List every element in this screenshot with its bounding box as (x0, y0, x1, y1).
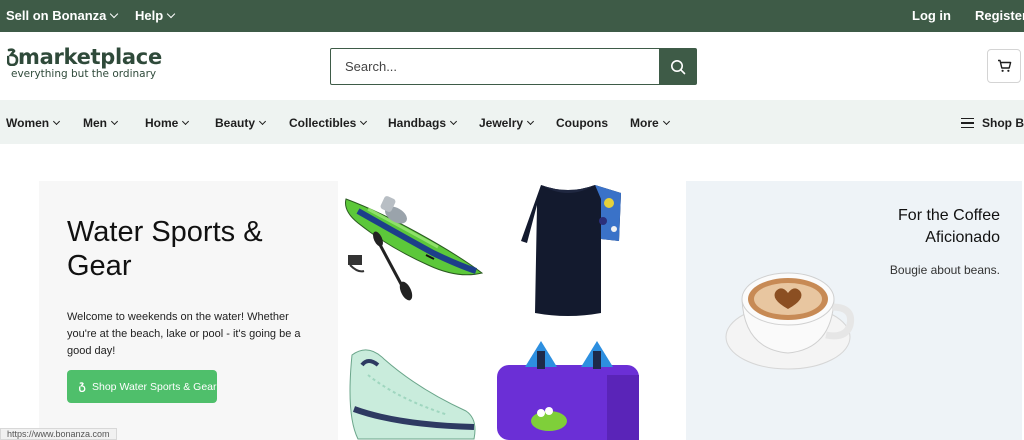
search-bar (330, 48, 697, 85)
chevron-down-icon (662, 117, 670, 125)
coffee-promo-title: For the Coffee Aficionado (898, 207, 1000, 246)
nav-item-label: Beauty (215, 116, 256, 130)
coffee-cup-image (725, 272, 855, 370)
nav-item-label: Men (83, 116, 107, 130)
chevron-down-icon (110, 117, 119, 125)
cart-button[interactable] (987, 49, 1021, 83)
nav-item-more[interactable]: More (630, 116, 670, 130)
shop-water-sports-label: Shop Water Sports & Gear (92, 380, 217, 393)
nav-item-coupons[interactable]: Coupons (556, 116, 608, 130)
water-shoe-image (349, 349, 476, 440)
top-bar: Sell on Bonanza Help Log in Register (0, 0, 1024, 32)
chevron-down-icon (360, 117, 368, 125)
promo-description: Welcome to weekends on the water! Whethe… (67, 311, 301, 357)
chevron-down-icon (449, 117, 458, 125)
bonanza-logo[interactable]: marketplace everything but the ordinary (6, 45, 162, 80)
nav-item-label: More (630, 116, 659, 130)
register-link[interactable]: Register (975, 8, 1024, 23)
logo-text: marketplace (18, 45, 162, 69)
product-tile-water-shoe[interactable] (338, 335, 484, 440)
chevron-down-icon (166, 9, 176, 18)
category-nav: Women Men Home Beauty Collectibles Handb… (0, 100, 1024, 144)
nav-item-label: Coupons (556, 116, 608, 130)
sell-on-bonanza-label: Sell on Bonanza (6, 8, 107, 23)
water-sports-promo: Water Sports & Gear Welcome to weekends … (39, 181, 338, 440)
chevron-down-icon (110, 9, 119, 18)
nav-item-men[interactable]: Men (83, 116, 119, 130)
logo-tagline: everything but the ordinary (11, 68, 157, 80)
swim-float-vest-image (497, 341, 639, 440)
shop-by-label: Shop By (982, 116, 1024, 130)
nav-item-label: Handbags (388, 116, 447, 130)
logo-wordmark: marketplace (6, 45, 162, 69)
nav-item-beauty[interactable]: Beauty (215, 116, 267, 130)
login-label: Log in (912, 8, 951, 23)
b-logo-icon (79, 381, 86, 392)
search-button[interactable] (659, 49, 696, 84)
kayak-image (345, 196, 484, 301)
product-tile-rash-guard[interactable] (497, 181, 639, 321)
chevron-down-icon (258, 117, 267, 125)
chevron-down-icon (527, 117, 535, 125)
product-tile-kayak[interactable] (338, 181, 484, 306)
promo-title: Water Sports & Gear (67, 216, 263, 282)
nav-item-label: Women (6, 116, 50, 130)
shop-by-menu[interactable]: Shop By (961, 116, 1024, 130)
hamburger-icon (961, 117, 974, 129)
product-tile-swim-vest[interactable] (497, 335, 639, 440)
cart-icon (997, 59, 1011, 72)
sell-on-bonanza-menu[interactable]: Sell on Bonanza (6, 8, 119, 23)
nav-item-women[interactable]: Women (6, 116, 61, 130)
search-icon (670, 59, 685, 74)
nav-item-handbags[interactable]: Handbags (388, 116, 458, 130)
help-menu[interactable]: Help (135, 8, 176, 23)
coffee-promo-subtitle: Bougie about beans. (889, 263, 1000, 277)
shop-water-sports-button[interactable]: Shop Water Sports & Gear (67, 370, 217, 403)
status-bar-url: https://www.bonanza.com (0, 428, 117, 440)
nav-item-home[interactable]: Home (145, 116, 190, 130)
coffee-promo[interactable]: For the Coffee Aficionado Bougie about b… (686, 181, 1022, 440)
nav-item-label: Jewelry (479, 116, 524, 130)
nav-item-label: Collectibles (289, 116, 357, 130)
nav-item-jewelry[interactable]: Jewelry (479, 116, 535, 130)
site-header: marketplace everything but the ordinary (0, 32, 1024, 100)
rash-guard-shirt-image (521, 185, 621, 316)
nav-item-label: Home (145, 116, 179, 130)
search-input[interactable] (331, 49, 659, 84)
login-link[interactable]: Log in (912, 8, 951, 23)
help-label: Help (135, 8, 164, 23)
nav-item-collectibles[interactable]: Collectibles (289, 116, 368, 130)
chevron-down-icon (53, 117, 61, 125)
chevron-down-icon (182, 117, 190, 125)
register-label: Register (975, 8, 1024, 23)
